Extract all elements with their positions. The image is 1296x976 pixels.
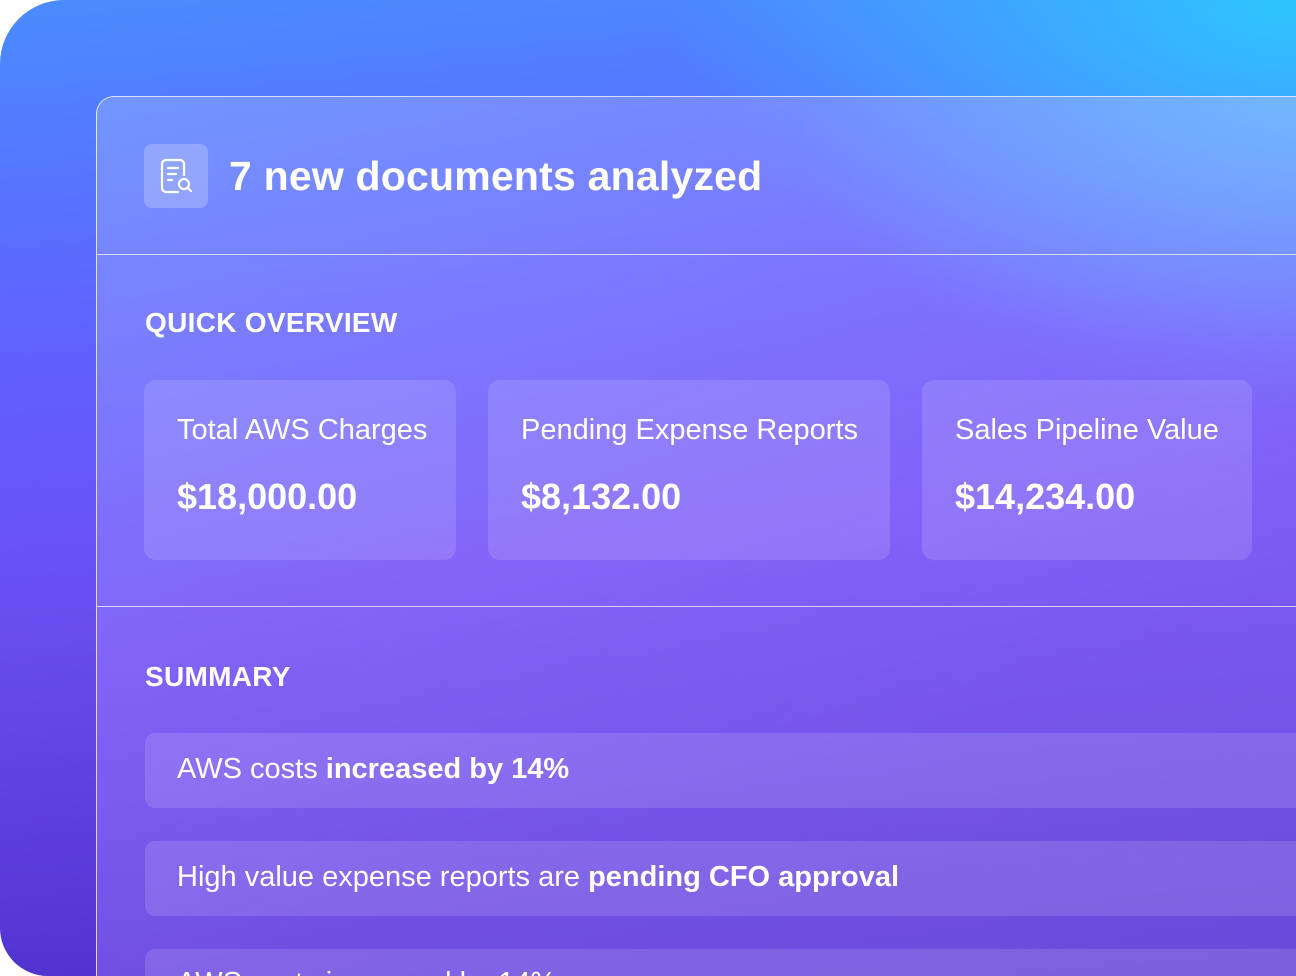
summary-item[interactable]: AWS costs increased by 14% (145, 949, 1296, 976)
quick-overview-heading: QUICK OVERVIEW (145, 307, 398, 338)
summary-text-emphasis: increased by 14% (325, 753, 570, 785)
stat-card-sales-pipeline[interactable]: Sales Pipeline Value $14,234.00 (922, 380, 1252, 560)
stat-title: Total AWS Charges (177, 414, 428, 446)
summary-text-prefix: AWS costs (177, 753, 326, 785)
summary-section: SUMMARY AWS costs increased by 14% High … (97, 607, 1296, 976)
summary-text: High value expense reports are pending C… (177, 861, 899, 894)
summary-text: AWS costs increased by 14% (177, 967, 556, 976)
summary-heading: SUMMARY (145, 661, 291, 692)
stat-title: Sales Pipeline Value (955, 414, 1219, 446)
stat-card-pending-expense-reports[interactable]: Pending Expense Reports $8,132.00 (488, 380, 890, 560)
summary-text-prefix: AWS costs increased by 14% (177, 967, 556, 976)
background-panel: 7 new documents analyzed QUICK OVERVIEW … (0, 0, 1296, 976)
stat-value: $8,132.00 (521, 476, 682, 517)
documents-analysis-card: 7 new documents analyzed QUICK OVERVIEW … (96, 96, 1296, 976)
document-search-icon (144, 144, 208, 208)
stat-value: $14,234.00 (955, 476, 1136, 517)
card-title: 7 new documents analyzed (229, 153, 763, 199)
summary-text-prefix: High value expense reports are (177, 861, 589, 893)
summary-text: AWS costs increased by 14% (177, 753, 569, 786)
stat-card-aws-charges[interactable]: Total AWS Charges $18,000.00 (144, 380, 456, 560)
summary-item[interactable]: High value expense reports are pending C… (145, 841, 1296, 916)
stat-value: $18,000.00 (177, 476, 358, 517)
summary-item[interactable]: AWS costs increased by 14% (145, 733, 1296, 808)
quick-overview-section: QUICK OVERVIEW Total AWS Charges $18,000… (97, 255, 1296, 607)
card-header: 7 new documents analyzed (97, 97, 1296, 255)
summary-text-emphasis: pending CFO approval (588, 861, 900, 893)
stat-title: Pending Expense Reports (521, 414, 858, 446)
